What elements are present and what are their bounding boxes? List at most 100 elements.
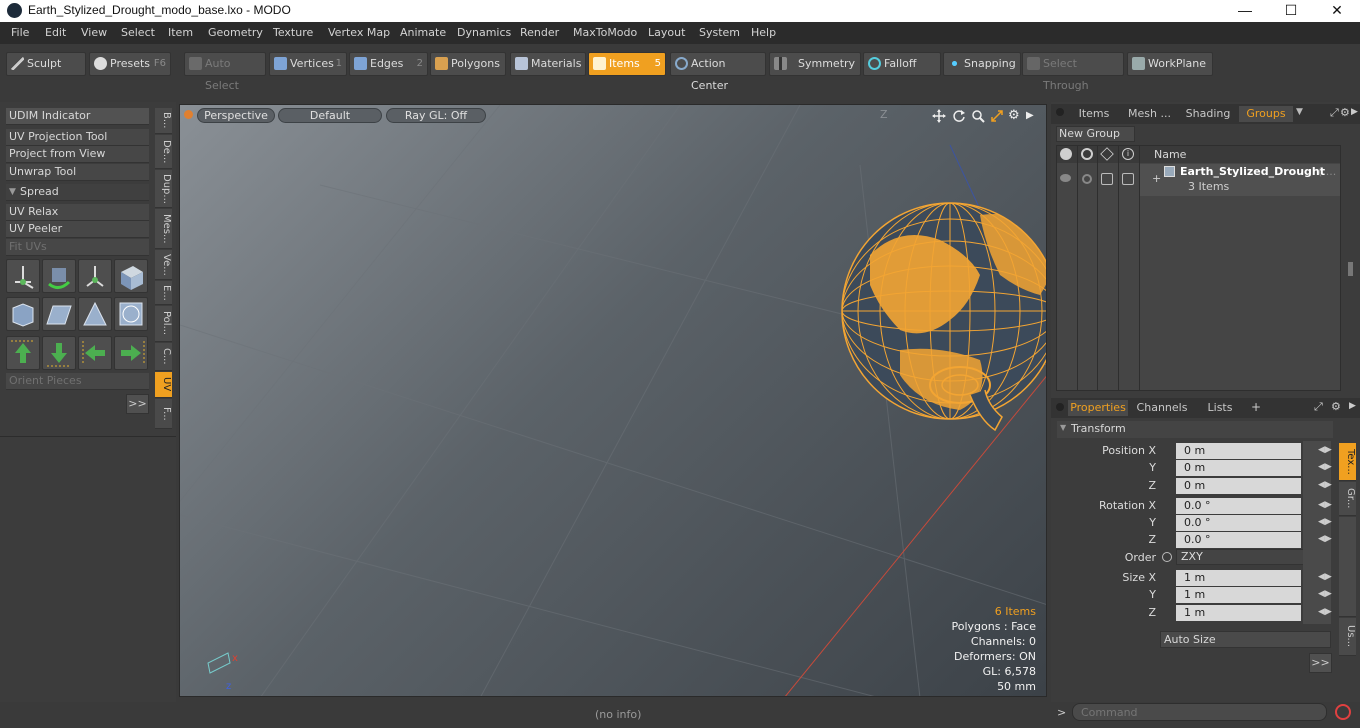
field-stepper-icon[interactable]: ◀▶ [1318,534,1332,544]
field-stepper-icon[interactable]: ◀▶ [1318,589,1332,599]
viewport-options-icon[interactable] [184,110,193,119]
menu-item[interactable]: Item [168,26,193,39]
side-tab-deform[interactable]: De... [155,135,172,169]
unwrap-tool-button[interactable]: Unwrap Tool [6,164,149,181]
panel-arrow-icon[interactable]: ▶ [1351,107,1358,117]
fit-uvs-button[interactable]: Fit UVs [6,239,149,256]
side-tab-texture[interactable]: Tex... [1339,443,1356,481]
uv-pyramid-projection-icon[interactable] [78,297,112,331]
field-stepper-icon[interactable]: ◀▶ [1318,500,1332,510]
uv-projection-tool-button[interactable]: UV Projection Tool [6,129,149,146]
menu-animate[interactable]: Animate [400,26,446,39]
panel-maximize-icon[interactable]: ⤢ [1330,106,1339,120]
tab-shading[interactable]: Shading [1181,106,1235,122]
menu-maxtomodo[interactable]: MaxToModo [573,26,637,39]
properties-more-button[interactable]: >> [1309,653,1332,673]
tab-properties[interactable]: Properties [1068,400,1128,416]
field-stepper-icon[interactable]: ◀▶ [1318,607,1332,617]
tab-lists[interactable]: Lists [1196,400,1244,416]
field-stepper-icon[interactable]: ◀▶ [1318,445,1332,455]
tab-groups[interactable]: Groups [1239,106,1293,122]
menu-file[interactable]: File [11,26,29,39]
uv-tool-box-icon[interactable] [114,259,148,293]
uv-relax-button[interactable]: UV Relax [6,204,149,221]
position-y-field[interactable]: 0 m [1176,460,1301,476]
align-right-arrow-icon[interactable] [114,336,148,370]
panel-resize-handle[interactable] [1348,262,1353,276]
align-left-arrow-icon[interactable] [78,336,112,370]
command-record-icon[interactable] [1335,704,1351,720]
side-tab-user[interactable]: Us... [1339,618,1356,656]
row-info-checkbox[interactable] [1122,173,1134,185]
side-tab-uv[interactable]: UV [155,372,172,398]
select-through-button[interactable]: Select Through [1022,52,1124,92]
panel-gear-icon[interactable]: ⚙ [1340,106,1350,119]
properties-gear-icon[interactable]: ⚙ [1331,400,1341,413]
falloff-button[interactable]: Falloff [863,52,941,76]
tab-items[interactable]: Items [1070,106,1118,122]
uv-peeler-button[interactable]: UV Peeler [6,221,149,238]
menu-edit[interactable]: Edit [45,26,66,39]
field-stepper-icon[interactable]: ◀▶ [1318,517,1332,527]
project-from-view-button[interactable]: Project from View [6,146,149,163]
uv-tool-move-icon[interactable] [78,259,112,293]
side-tab-group[interactable]: Gr... [1339,482,1356,516]
side-tab-vertex[interactable]: Ve... [155,250,172,280]
close-button[interactable]: ✕ [1314,0,1360,22]
row-render-icon[interactable] [1082,174,1092,184]
perspective-dropdown[interactable]: Perspective [197,108,275,123]
snapping-button[interactable]: Snapping [943,52,1021,76]
menu-view[interactable]: View [81,26,107,39]
side-tab-mesh[interactable]: Mes... [155,209,172,249]
menu-layout[interactable]: Layout [648,26,685,39]
auto-select-button[interactable]: Auto Select [184,52,266,92]
transform-section-header[interactable]: ▼ Transform [1057,421,1333,438]
sculpt-button[interactable]: Sculpt [6,52,86,76]
menu-system[interactable]: System [699,26,740,39]
maximize-button[interactable]: ☐ [1268,0,1314,22]
side-tab-duplicate[interactable]: Dup... [155,170,172,208]
row-visibility-eye-icon[interactable] [1060,174,1071,182]
menu-dynamics[interactable]: Dynamics [457,26,511,39]
properties-options-icon[interactable] [1056,403,1064,411]
side-tab-polygon[interactable]: Pol... [155,306,172,342]
rotation-z-field[interactable]: 0.0 ° [1176,532,1301,548]
menu-render[interactable]: Render [520,26,559,39]
align-bottom-arrow-icon[interactable] [42,336,76,370]
size-y-field[interactable]: 1 m [1176,587,1301,603]
side-tab-fusion[interactable]: F... [155,399,172,429]
align-top-arrow-icon[interactable] [6,336,40,370]
items-mode-button[interactable]: Items 5 [588,52,666,76]
expand-more-button[interactable]: >> [126,394,149,414]
rotation-y-field[interactable]: 0.0 ° [1176,515,1301,531]
minimize-button[interactable]: — [1222,0,1268,22]
render-icon[interactable] [1081,148,1093,160]
zoom-icon[interactable] [971,109,985,123]
side-tab-edge[interactable]: E... [155,281,172,305]
pan-icon[interactable] [932,109,946,123]
command-input[interactable] [1072,703,1327,721]
tab-dropdown-icon[interactable]: ▼ [1296,107,1303,117]
size-x-field[interactable]: 1 m [1176,570,1301,586]
new-group-button[interactable]: New Group [1056,126,1135,142]
menu-geometry[interactable]: Geometry [208,26,263,39]
edges-mode-button[interactable]: Edges 2 [349,52,428,76]
position-z-field[interactable]: 0 m [1176,478,1301,494]
info-icon[interactable]: i [1122,148,1134,160]
side-tab-basic[interactable]: B... [155,108,172,134]
menu-select[interactable]: Select [121,26,155,39]
udim-indicator-button[interactable]: UDIM Indicator [6,108,149,125]
rotate-view-icon[interactable] [952,109,966,123]
field-stepper-icon[interactable]: ◀▶ [1318,572,1332,582]
ray-gl-toggle[interactable]: Ray GL: Off [386,108,486,123]
menu-texture[interactable]: Texture [273,26,313,39]
properties-arrow-icon[interactable]: ▶ [1349,401,1356,411]
orient-pieces-button[interactable]: Orient Pieces [6,373,149,390]
tab-mesh[interactable]: Mesh ... [1122,106,1177,122]
uv-planar-projection-icon[interactable] [42,297,76,331]
3d-viewport[interactable]: x z Perspective Default Ray GL: Off Z ⚙ … [179,104,1047,697]
size-z-field[interactable]: 1 m [1176,605,1301,621]
spread-section-header[interactable]: ▼ Spread [6,184,149,201]
uv-tool-transform-icon[interactable] [6,259,40,293]
workplane-button[interactable]: WorkPlane [1127,52,1213,76]
